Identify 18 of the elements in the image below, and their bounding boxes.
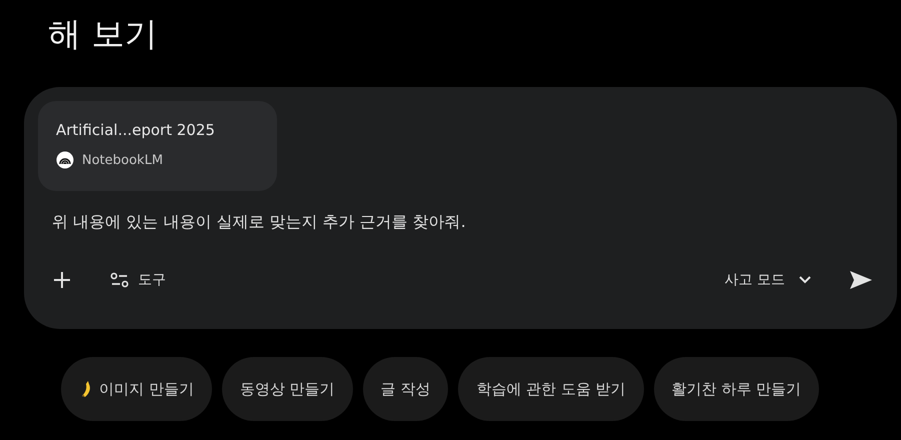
mode-dropdown[interactable]: 사고 모드	[720, 267, 815, 293]
attachment-title: Artificial...eport 2025	[56, 121, 216, 139]
chevron-down-icon	[799, 276, 811, 284]
page-heading: 해 보기	[48, 14, 158, 55]
banana-icon	[79, 380, 93, 398]
attachment-card[interactable]: Artificial...eport 2025 NotebookLM	[38, 101, 277, 191]
suggestion-chip[interactable]: 이미지 만들기	[61, 357, 212, 421]
attachment-source: NotebookLM	[82, 152, 163, 168]
tools-button[interactable]: 도구	[106, 267, 170, 293]
sliders-icon	[110, 271, 130, 289]
prompt-input[interactable]: 위 내용에 있는 내용이 실제로 맞는지 추가 근거를 찾아줘.	[38, 209, 652, 236]
notebook-logo-icon	[56, 151, 74, 169]
suggestion-chip[interactable]: 활기찬 하루 만들기	[654, 357, 820, 421]
send-icon	[849, 270, 873, 290]
suggestion-chip[interactable]: 글 작성	[362, 357, 448, 421]
suggestion-chip[interactable]: 동영상 만들기	[222, 357, 353, 421]
suggestion-chip[interactable]: 학습에 관한 도움 받기	[458, 357, 644, 421]
plus-icon	[52, 270, 72, 290]
